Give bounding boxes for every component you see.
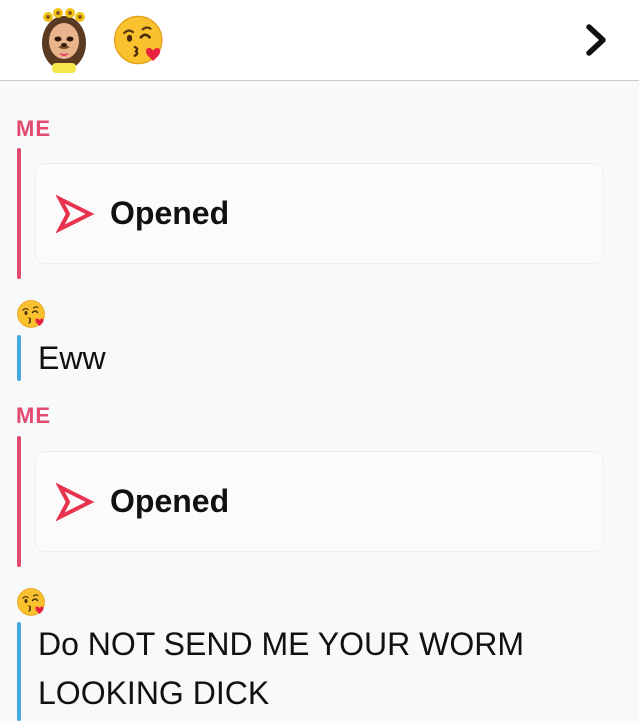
snap-status: Opened: [110, 195, 230, 231]
friend-message-bar: [17, 622, 21, 721]
chat-message-text: Do NOT SEND ME YOUR WORM LOOKING DICK: [38, 626, 524, 711]
friend-message-bar: [17, 335, 21, 381]
chevron-right-icon[interactable]: [576, 20, 616, 60]
kissing-face-emoji-icon: [16, 586, 48, 618]
chat-message-text: Eww: [38, 340, 106, 376]
opened-snap-arrow-icon: [56, 194, 95, 234]
chat-header: [0, 0, 639, 81]
snap-message-card[interactable]: Opened: [35, 163, 604, 264]
me-message-bar: [17, 436, 21, 567]
bitmoji-avatar-icon[interactable]: [34, 5, 94, 75]
opened-snap-arrow-icon: [56, 482, 95, 522]
snap-message-card[interactable]: Opened: [35, 451, 604, 552]
sender-label: ME: [16, 116, 51, 141]
kissing-face-emoji-icon: [16, 298, 48, 330]
kissing-face-emoji-icon: [112, 12, 168, 68]
sender-label: ME: [16, 403, 51, 428]
me-message-bar: [17, 148, 21, 279]
snap-status: Opened: [110, 483, 230, 519]
